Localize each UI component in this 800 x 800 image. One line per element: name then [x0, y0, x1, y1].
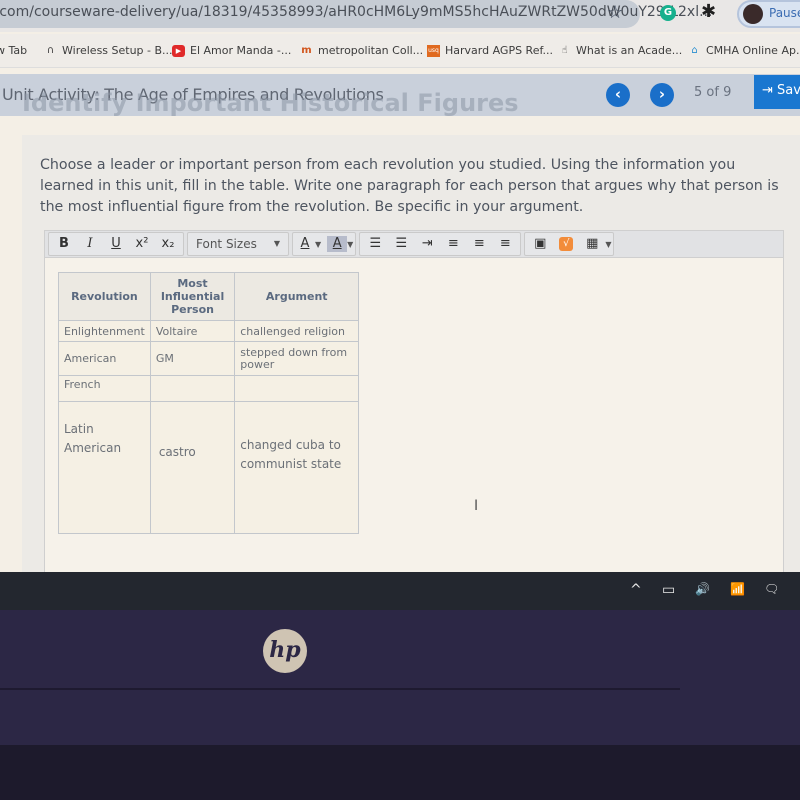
bookmark-label: metropolitan Coll... [318, 44, 424, 57]
browser-address-bar: n.com/courseware-delivery/ua/18319/45358… [0, 0, 800, 32]
bookmark-cmha[interactable]: ⌂ CMHA Online Ap... [688, 44, 800, 57]
paragraph-group: ☰ ☰ ⇥ ≡ ≡ ≡ [359, 232, 522, 256]
table-cell[interactable]: Latin American [58, 401, 151, 534]
font-color-button[interactable]: A [295, 233, 315, 255]
hand-icon: ☝ [561, 44, 568, 56]
save-label: Sav [777, 83, 800, 98]
bookmark-label: El Amor Manda -... [190, 44, 292, 57]
superscript-button[interactable]: x² [129, 233, 155, 255]
youtube-icon: ▶ [172, 44, 185, 57]
align-right-button[interactable]: ≡ [492, 233, 518, 255]
usq-icon: usq [427, 44, 440, 57]
highlight-color-button[interactable]: A [327, 236, 348, 252]
bookmark-metropolitan[interactable]: m metropolitan Coll... [300, 44, 423, 57]
insert-image-button[interactable]: ▣ [527, 233, 553, 255]
bookmark-label: Harvard AGPS Ref... [445, 44, 554, 57]
font-size-select[interactable]: Font Sizes ▼ [190, 233, 286, 255]
align-left-button[interactable]: ≡ [440, 233, 466, 255]
next-page-button[interactable]: › [650, 83, 674, 107]
page-heading-ghost: Identify Important Historical Figures [22, 89, 519, 117]
chevron-left-icon: ‹ [614, 85, 622, 103]
numbered-list-button[interactable]: ☰ [388, 233, 414, 255]
previous-page-button[interactable]: ‹ [606, 83, 630, 107]
table-cell[interactable] [149, 375, 236, 402]
insert-group: ▣ √ ▦ ▼ [524, 232, 615, 256]
font-size-label: Font Sizes [196, 237, 257, 251]
text-cursor-icon: I [474, 498, 479, 514]
table-cell[interactable]: challenged religion [234, 320, 360, 342]
wifi-icon[interactable]: 📶 [730, 582, 745, 596]
save-exit-button[interactable]: ⇥ Sav [754, 75, 800, 109]
bulleted-list-button[interactable]: ☰ [362, 233, 388, 255]
exit-icon: ⇥ [762, 83, 778, 98]
house-icon: ⌂ [691, 44, 698, 56]
table-cell[interactable]: GM [149, 341, 236, 376]
column-header: Argument [234, 272, 360, 321]
table-row: American GM stepped down from power [58, 341, 360, 376]
bookmark-label: What is an Acade... [576, 44, 683, 57]
indent-button[interactable]: ⇥ [414, 233, 440, 255]
url-field[interactable]: n.com/courseware-delivery/ua/18319/45358… [0, 0, 712, 28]
bookmark-what-is-academic[interactable]: ☝ What is an Acade... [558, 44, 682, 57]
bookmark-label: Wireless Setup - B... [62, 44, 173, 57]
table-cell[interactable]: American [58, 341, 151, 376]
underline-button[interactable]: U [103, 233, 129, 255]
format-group: B I U x² x₂ [48, 232, 184, 256]
subscript-button[interactable]: x₂ [155, 233, 181, 255]
bold-button[interactable]: B [51, 233, 77, 255]
bezel-edge [0, 688, 680, 690]
notifications-icon[interactable]: 🗨 [764, 582, 779, 596]
windows-taskbar: ^ ▭ 🔊 📶 🗨 [0, 572, 800, 610]
bookmark-label: w Tab [0, 44, 28, 57]
moodle-icon: m [301, 44, 312, 56]
bookmark-label: CMHA Online Ap... [706, 44, 800, 57]
insert-table-button[interactable]: ▦ [579, 233, 605, 255]
chevron-right-icon: › [658, 85, 666, 103]
table-cell[interactable]: Enlightenment [58, 320, 151, 342]
font-size-group: Font Sizes ▼ [187, 232, 289, 256]
equation-button[interactable]: √ [559, 237, 574, 251]
chevron-down-icon: ▼ [273, 239, 280, 248]
bookmark-wireless-setup[interactable]: ∩ Wireless Setup - B... [44, 44, 173, 57]
bookmark-star-icon[interactable]: ☆ [607, 2, 623, 23]
italic-button[interactable]: I [77, 233, 103, 255]
extensions-icon[interactable]: ✱ [701, 1, 716, 22]
show-hidden-icons-icon[interactable]: ^ [630, 582, 642, 598]
page-indicator: 5 of 9 [694, 85, 732, 100]
revolutions-table: Revolution Most Influential Person Argum… [58, 272, 360, 534]
editor-toolbar: B I U x² x₂ Font Sizes ▼ A ▼ A ▼ ☰ ☰ ⇥ ≡ ≡ … [44, 230, 784, 258]
profile-status: Pause [769, 6, 800, 20]
activity-prompt: Choose a leader or important person from… [40, 157, 779, 215]
table-row: Latin American castro changed cuba to co… [58, 401, 360, 534]
table-row: French [58, 375, 360, 402]
bookmark-new-tab[interactable]: w Tab [0, 44, 27, 57]
align-center-button[interactable]: ≡ [466, 233, 492, 255]
bookmarks-bar: w Tab ∩ Wireless Setup - B... ▶ El Amor Ma… [0, 34, 800, 68]
wireless-icon: ∩ [46, 44, 55, 56]
url-text: n.com/courseware-delivery/ua/18319/45358… [0, 4, 713, 20]
column-header: Revolution [58, 272, 151, 321]
table-cell[interactable]: castro [149, 401, 236, 534]
bookmark-el-amor[interactable]: ▶ El Amor Manda -... [172, 44, 291, 57]
bookmark-harvard-agps[interactable]: usq Harvard AGPS Ref... [427, 44, 553, 57]
avatar [743, 4, 763, 24]
grammarly-icon[interactable]: G [660, 5, 676, 21]
table-row: Enlightenment Voltaire challenged religi… [58, 320, 360, 342]
chevron-down-icon[interactable]: ▼ [605, 240, 611, 249]
table-cell[interactable]: changed cuba to communist state [234, 401, 360, 534]
chevron-down-icon[interactable]: ▼ [315, 240, 321, 249]
laptop-screen: n.com/courseware-delivery/ua/18319/45358… [0, 0, 800, 580]
color-group: A ▼ A ▼ [292, 232, 357, 256]
laptop-hinge [0, 745, 800, 800]
table-cell[interactable]: French [58, 375, 151, 402]
table-cell[interactable]: stepped down from power [234, 341, 360, 376]
battery-icon[interactable]: ▭ [662, 582, 675, 598]
hp-logo: hp [263, 629, 307, 673]
profile-button[interactable]: Pause [737, 0, 800, 28]
chevron-down-icon[interactable]: ▼ [347, 240, 353, 249]
table-cell[interactable] [234, 375, 360, 402]
column-header: Most Influential Person [149, 272, 236, 321]
volume-icon[interactable]: 🔊 [695, 582, 710, 596]
table-cell[interactable]: Voltaire [149, 320, 236, 342]
